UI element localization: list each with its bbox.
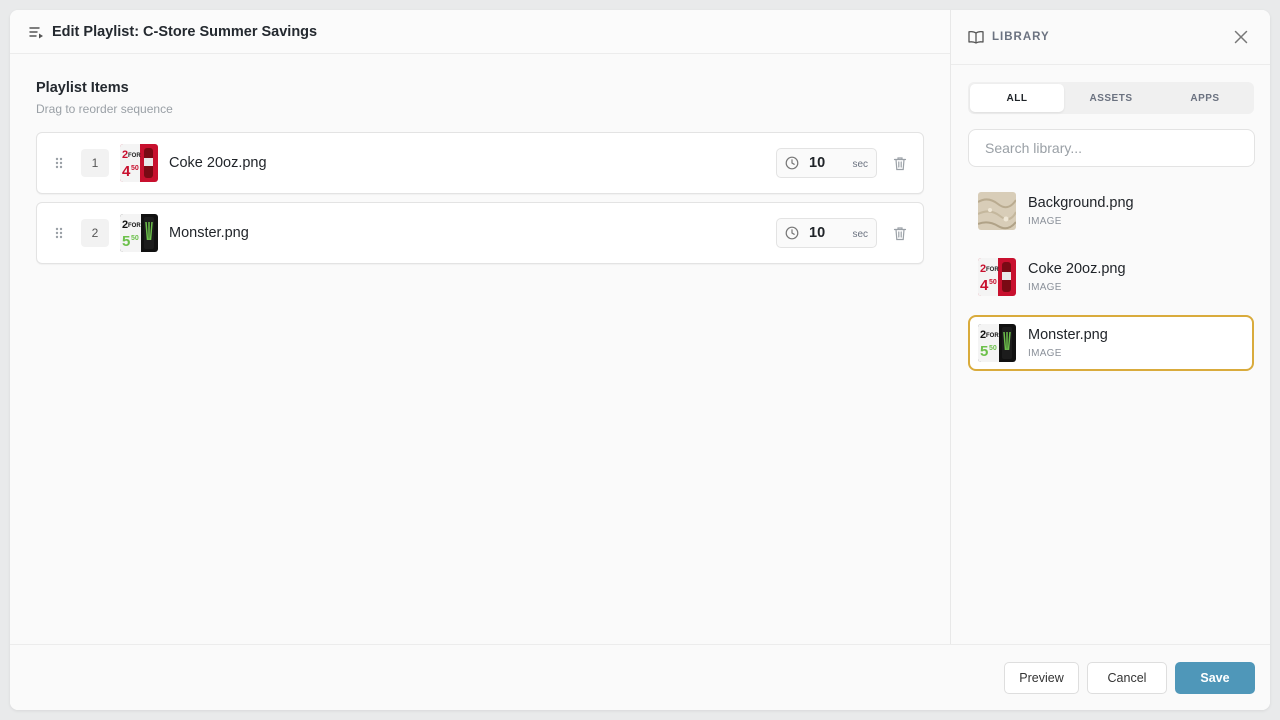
playlist-item[interactable]: 1 2 FOR 4 50 Coke 20oz.png 10 sec: [36, 132, 924, 194]
coke-thumbnail: 2 FOR 4 50: [120, 144, 158, 182]
modal-header: Edit Playlist: C-Store Summer Savings: [10, 10, 950, 54]
library-item-meta: Coke 20oz.png IMAGE: [1028, 261, 1126, 293]
playlist-items-title: Playlist Items: [36, 80, 129, 96]
monster-thumbnail: 2 FOR 5 50: [120, 214, 158, 252]
duration-input[interactable]: 10 sec: [776, 218, 877, 248]
svg-text:FOR: FOR: [986, 333, 999, 339]
svg-text:50: 50: [131, 165, 139, 172]
cancel-button[interactable]: Cancel: [1087, 662, 1167, 694]
duration-input[interactable]: 10 sec: [776, 148, 877, 178]
svg-text:FOR: FOR: [128, 223, 141, 229]
search-input[interactable]: [969, 130, 1254, 166]
item-index: 1: [81, 149, 109, 177]
svg-text:50: 50: [131, 235, 139, 242]
modal-footer: Preview Cancel Save: [10, 644, 1270, 710]
library-item-type: IMAGE: [1028, 348, 1062, 359]
library-item[interactable]: Background.png IMAGE: [968, 183, 1254, 239]
svg-text:4: 4: [122, 163, 131, 180]
save-button[interactable]: Save: [1175, 662, 1255, 694]
edit-playlist-modal: Edit Playlist: C-Store Summer Savings Pl…: [10, 10, 1270, 710]
close-icon[interactable]: [1234, 30, 1248, 44]
library-item-name: Monster.png: [1028, 327, 1108, 343]
library-list: Background.png IMAGE 2 FOR 4 50 Coke 20oz.p…: [951, 183, 1270, 371]
playlist-items-subtitle: Drag to reorder sequence: [36, 102, 173, 116]
library-item[interactable]: 2 FOR 4 50 Coke 20oz.png IMAGE: [968, 249, 1254, 305]
library-item-meta: Monster.png IMAGE: [1028, 327, 1108, 359]
library-item-type: IMAGE: [1028, 282, 1062, 293]
playlist-items-list: 1 2 FOR 4 50 Coke 20oz.png 10 sec 2 2 FO…: [36, 132, 924, 264]
svg-text:FOR: FOR: [128, 153, 141, 159]
clock-icon: [785, 226, 799, 240]
drag-handle-icon[interactable]: [53, 156, 65, 170]
playlist-section: Playlist Items Drag to reorder sequence …: [10, 54, 950, 264]
clock-icon: [785, 156, 799, 170]
page-title: Edit Playlist: C-Store Summer Savings: [52, 23, 318, 40]
playlist-item[interactable]: 2 2 FOR 5 50 Monster.png 10 sec: [36, 202, 924, 264]
duration-value[interactable]: 10: [809, 155, 825, 171]
svg-text:FOR: FOR: [986, 267, 999, 273]
drag-handle-icon[interactable]: [53, 226, 65, 240]
tab-assets[interactable]: ASSETS: [1064, 84, 1158, 112]
item-index: 2: [81, 219, 109, 247]
svg-text:50: 50: [989, 279, 997, 286]
tab-all[interactable]: ALL: [970, 84, 1064, 112]
trash-icon[interactable]: [893, 156, 907, 171]
library-title: LIBRARY: [992, 31, 1050, 43]
library-panel: LIBRARY ALL ASSETS APPS Background.png I…: [950, 10, 1270, 644]
duration-unit: sec: [852, 229, 868, 240]
library-item-name: Coke 20oz.png: [1028, 261, 1126, 277]
duration-value[interactable]: 10: [809, 225, 825, 241]
library-divider: [951, 64, 1270, 65]
library-header: LIBRARY: [951, 10, 1270, 64]
playlist-panel: Edit Playlist: C-Store Summer Savings Pl…: [10, 10, 950, 644]
background-thumbnail: [978, 192, 1016, 230]
library-item-selected[interactable]: 2 FOR 5 50 Monster.png IMAGE: [968, 315, 1254, 371]
library-tabs: ALL ASSETS APPS: [968, 82, 1254, 114]
search-box: [968, 129, 1255, 167]
trash-icon[interactable]: [893, 226, 907, 241]
svg-text:5: 5: [122, 233, 130, 250]
playlist-icon: [28, 24, 44, 40]
item-name: Coke 20oz.png: [169, 155, 267, 171]
preview-button[interactable]: Preview: [1004, 662, 1079, 694]
coke-thumbnail: 2 FOR 4 50: [978, 258, 1016, 296]
tab-apps[interactable]: APPS: [1158, 84, 1252, 112]
duration-unit: sec: [852, 159, 868, 170]
item-name: Monster.png: [169, 225, 249, 241]
library-item-type: IMAGE: [1028, 216, 1062, 227]
library-item-meta: Background.png IMAGE: [1028, 195, 1134, 227]
svg-text:50: 50: [989, 345, 997, 352]
book-icon: [968, 30, 984, 44]
library-item-name: Background.png: [1028, 195, 1134, 211]
monster-thumbnail: 2 FOR 5 50: [978, 324, 1016, 362]
svg-text:5: 5: [980, 343, 988, 360]
svg-text:4: 4: [980, 277, 989, 294]
